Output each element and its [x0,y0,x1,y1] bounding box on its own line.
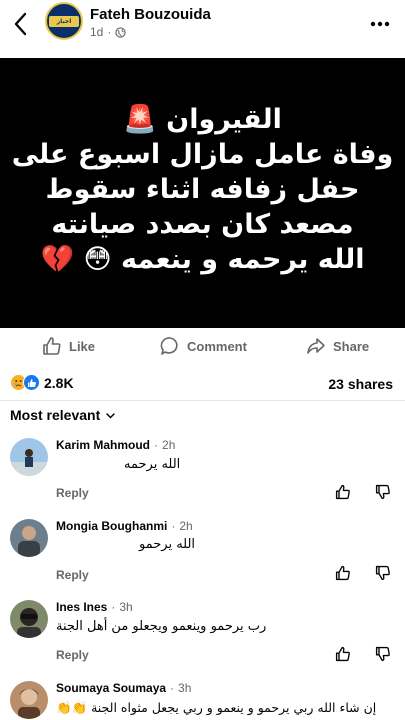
reactions-count: 2.8K [44,374,74,391]
reactions-summary[interactable]: 2.8K [10,374,74,391]
comment-author[interactable]: Karim Mahmoud · 2h [56,438,175,452]
comment-text: الله يرحمه [124,457,181,472]
reply-button[interactable]: Reply [56,486,89,500]
like-reaction-icon [23,374,40,391]
avatar[interactable] [10,519,48,557]
comment-reactions [335,646,391,662]
thumbs-down-icon[interactable] [375,565,391,581]
post-line: وفاة عامل مازال اسبوع على [11,139,394,170]
comment-author-name: Soumaya Soumaya [56,681,167,695]
comment-button[interactable]: Comment [160,336,247,356]
comment-author[interactable]: Mongia Boughanmi · 2h [56,519,193,533]
avatar[interactable] [10,681,48,719]
comment-time: 2h [179,519,193,533]
shares-count[interactable]: 23 shares [328,376,393,392]
comment-separator: · [171,519,176,533]
comment-reactions [335,484,391,500]
comment-separator: · [154,438,159,452]
post-text: القيروان 🚨 وفاة عامل مازال اسبوع على حفل… [10,102,395,277]
thumbs-up-icon [43,337,61,355]
post-line: الله يرحمه و ينعمه 😳 💔 [40,244,365,275]
thumbs-down-icon[interactable] [375,484,391,500]
comment-item: Ines Ines · 3h رب يرحمو وينعمو ويجعلو من… [0,600,405,680]
post-image[interactable]: القيروان 🚨 وفاة عامل مازال اسبوع على حفل… [0,58,405,328]
avatar-logo-text: اخبار الساحل [52,18,76,36]
author-name[interactable]: Fateh Bouzouida [90,6,211,23]
reply-button[interactable]: Reply [56,648,89,662]
comment-author-name: Ines Ines [56,600,108,614]
post-header: اخبار الساحل Fateh Bouzouida 1d · [0,0,405,58]
thumbs-up-icon[interactable] [335,646,351,662]
comment-item: Soumaya Soumaya · 3h إن شاء الله ربي يرح… [0,681,405,720]
thumbs-up-icon[interactable] [335,484,351,500]
like-label: Like [69,338,96,354]
comment-item: Karim Mahmoud · 2h الله يرحمه Reply [0,438,405,518]
comment-reactions [335,565,391,581]
chevron-down-icon [106,412,115,419]
comment-author-name: Karim Mahmoud [56,438,151,452]
share-label: Share [333,338,370,354]
thumbs-up-icon[interactable] [335,565,351,581]
meta-separator: · [107,25,112,39]
post-line: حفل زفافه اثناء سقوط [45,174,360,205]
comment-author[interactable]: Ines Ines · 3h [56,600,133,614]
sort-label: Most relevant [10,407,101,423]
comment-time: 3h [178,681,192,695]
action-bar: Like Comment Share [0,330,405,366]
avatar[interactable] [10,600,48,638]
post-line: القيروان 🚨 [123,104,282,135]
comment-separator: · [111,600,116,614]
comment-author-name: Mongia Boughanmi [56,519,168,533]
like-button[interactable]: Like [42,336,95,356]
globe-icon [115,26,127,38]
comment-text: الله يرحمو [139,537,196,552]
comment-time: 2h [162,438,176,452]
comment-author[interactable]: Soumaya Soumaya · 3h [56,681,191,695]
post-time: 1d [90,25,104,39]
reply-button[interactable]: Reply [56,568,89,582]
comment-time: 3h [119,600,133,614]
comment-text: إن شاء الله ربي يرحمو و ينعمو و ربي يجعل… [56,700,377,715]
post-line: مصعد كان بصدد صيانته [51,209,354,240]
thumbs-down-icon[interactable] [375,646,391,662]
page-avatar[interactable]: اخبار الساحل [45,2,83,40]
comment-item: Mongia Boughanmi · 2h الله يرحمو Reply [0,519,405,599]
share-button[interactable]: Share [306,336,369,356]
post-meta: 1d · [90,25,127,39]
comment-separator: · [170,681,175,695]
divider [0,400,405,401]
avatar[interactable] [10,438,48,476]
comment-label: Comment [187,338,247,354]
back-arrow-icon[interactable] [10,10,34,38]
comment-bubble-icon [160,337,178,355]
comment-sort-dropdown[interactable]: Most relevant [10,407,116,423]
comment-text: رب يرحمو وينعمو ويجعلو من أهل الجنة [56,619,267,634]
share-arrow-icon [307,338,325,354]
more-options-icon[interactable] [369,14,391,34]
